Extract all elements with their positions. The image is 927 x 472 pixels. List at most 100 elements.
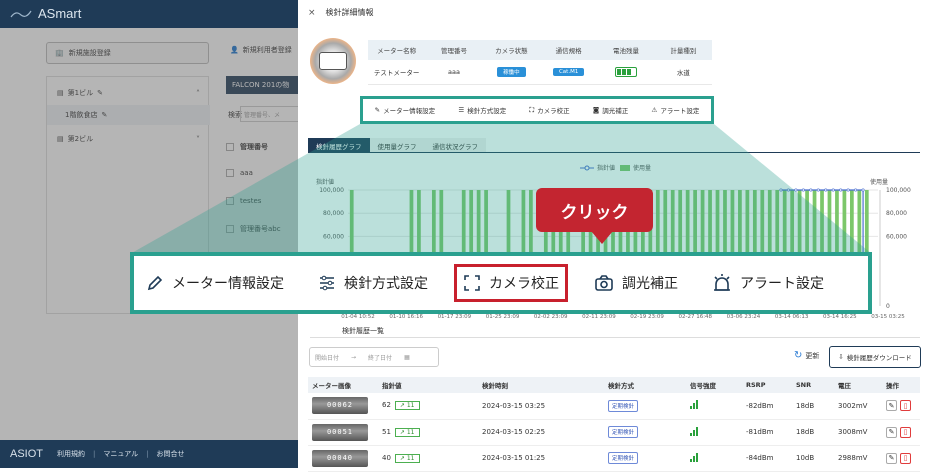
action-label: 調光補正 [622, 275, 678, 291]
y-tick-label: 100,000 [319, 187, 344, 194]
delta-badge: ↗ 11 [394, 453, 420, 463]
reading-method-button[interactable]: ☰ 検針方式設定 [458, 105, 506, 115]
camera-calibration-button[interactable]: ⛶ カメラ校正 [529, 105, 570, 116]
brand-name: ASmart [38, 6, 82, 21]
meter-image[interactable]: 00051 [312, 423, 368, 441]
brand: ASmart [10, 6, 81, 21]
light-correction-button[interactable]: 調光補正 [594, 273, 678, 293]
meter-id: aaa [425, 60, 483, 85]
y-tick-label: 60,000 [323, 233, 344, 240]
edit-icon[interactable]: ✎ [886, 452, 897, 464]
table-row[interactable]: 00062 62 ↗ 11 2024-03-15 03:25 定期検針 -82dB… [308, 393, 920, 420]
edit-icon[interactable]: ✎ [886, 426, 897, 438]
date-to-field[interactable]: 終了日付 [368, 353, 392, 362]
trash-icon[interactable]: ▯ [900, 400, 911, 412]
method-badge: 定期検針 [608, 399, 639, 412]
download-button[interactable]: ⇩ 検針履歴ダウンロード [829, 346, 921, 368]
sliders-icon: ☰ [458, 106, 465, 114]
snr: 18dB [792, 393, 834, 420]
alert-settings-button[interactable]: ⚠ アラート設定 [651, 105, 699, 115]
y2-tick-label: 60,000 [886, 233, 907, 240]
graph-tabs: 検針履歴グラフ 使用量グラフ 通信状況グラフ [308, 138, 486, 152]
y2-tick-label: 0 [886, 303, 890, 310]
meter-image[interactable]: 00040 [312, 449, 368, 467]
brand-logo-icon [10, 10, 32, 17]
comm-badge: Cat.M1 [552, 68, 585, 77]
action-label: 検針方式設定 [344, 275, 428, 291]
x-tick-label: 01-17 23:09 [438, 314, 472, 320]
info-header: メーター名称 [368, 40, 426, 60]
y2-tick-label: 100,000 [886, 187, 911, 194]
rsrp: -81dBm [742, 419, 792, 446]
y2-tick-label: 80,000 [886, 210, 907, 217]
y-tick-label: 80,000 [323, 210, 344, 217]
divider [310, 337, 920, 338]
footer-logo: ASIOT [10, 448, 44, 460]
edit-icon[interactable]: ✎ [886, 400, 897, 412]
battery-icon [614, 66, 637, 77]
voltage: 3002mV [834, 393, 882, 420]
action-label: メーター情報設定 [383, 107, 436, 115]
y-axis-label: 指針値 [316, 178, 334, 186]
column-header: SNR [792, 377, 834, 393]
column-header: メーター画像 [308, 377, 378, 393]
x-tick-label: 01-10 16:16 [389, 314, 423, 320]
legend-bar-swatch [620, 165, 630, 171]
reading-time: 2024-03-15 03:25 [478, 393, 604, 420]
x-tick-label: 03-14 16:25 [823, 314, 857, 320]
snr: 10dB [792, 445, 834, 472]
calendar-icon: ▦ [404, 353, 410, 361]
panel-header: × 検針詳細情報 [308, 7, 374, 18]
column-header: RSRP [742, 377, 792, 393]
close-icon[interactable]: × [308, 8, 316, 18]
history-title: 検針履歴一覧 [342, 327, 384, 335]
voltage: 2988mV [834, 445, 882, 472]
info-header: 電池残量 [597, 40, 655, 60]
footer-link-manual[interactable]: マニュアル [103, 449, 138, 459]
refresh-label: 更新 [805, 351, 820, 360]
trash-icon[interactable]: ▯ [900, 452, 911, 464]
reading-method-button[interactable]: 検針方式設定 [318, 273, 428, 293]
chart-point [816, 188, 820, 192]
meter-image[interactable]: 00062 [312, 397, 368, 415]
signal-icon [690, 452, 698, 462]
x-tick-label: 02-19 23:09 [630, 314, 664, 320]
row-actions: ✎ ▯ [886, 452, 911, 464]
reading-value: 51 [382, 427, 391, 436]
download-label: 検針履歴ダウンロード [846, 354, 912, 362]
tab-comm-status[interactable]: 通信状況グラフ [424, 138, 486, 152]
tab-usage[interactable]: 使用量グラフ [369, 138, 425, 152]
footer-link-contact[interactable]: お問合せ [157, 449, 185, 459]
date-range-picker[interactable]: 開始日付 → 終了日付 ▦ [309, 347, 439, 367]
x-tick-label: 01-25 23:09 [486, 314, 520, 320]
date-from-field[interactable]: 開始日付 [315, 353, 339, 362]
refresh-button[interactable]: ↻ 更新 [794, 350, 819, 361]
chart-point [846, 188, 850, 192]
alert-settings-button[interactable]: アラート設定 [712, 273, 824, 293]
action-label: アラート設定 [740, 275, 824, 291]
rsrp: -82dBm [742, 393, 792, 420]
crop-icon: ⛶ [529, 105, 535, 114]
meter-info-table: メーター名称 管理番号 カメラ状態 通信規格 電池残量 計量種別 テストメーター… [368, 40, 712, 85]
camera-status-cell: 稼働中 [482, 60, 540, 85]
table-header: メーター画像 指針値 検針時刻 検針方式 信号強度 RSRP SNR 電圧 操作 [308, 377, 920, 393]
action-label: カメラ校正 [537, 107, 570, 115]
snr: 18dB [792, 419, 834, 446]
camera-calibration-button[interactable]: カメラ校正 [454, 264, 568, 302]
table-row[interactable]: 00040 40 ↗ 11 2024-03-15 01:25 定期検針 -84dB… [308, 445, 920, 472]
click-callout: クリック [536, 188, 653, 232]
meter-face-icon [319, 52, 347, 70]
meter-type: 水道 [654, 60, 712, 85]
meter-settings-button[interactable]: ✎ メーター情報設定 [375, 105, 435, 115]
camera-icon [595, 275, 613, 291]
tab-reading-history[interactable]: 検針履歴グラフ [308, 138, 370, 152]
footer-link-terms[interactable]: 利用規約 [57, 449, 85, 459]
rsrp: -84dBm [742, 445, 792, 472]
meter-settings-button[interactable]: メーター情報設定 [146, 273, 284, 293]
light-correction-button[interactable]: ◙ 調光補正 [593, 105, 628, 115]
reading-value: 40 [382, 453, 391, 462]
trash-icon[interactable]: ▯ [900, 426, 911, 438]
panel-title: 検針詳細情報 [325, 8, 374, 17]
table-row[interactable]: 00051 51 ↗ 11 2024-03-15 02:25 定期検針 -81dB… [308, 419, 920, 446]
meter-thumbnail [310, 38, 356, 84]
